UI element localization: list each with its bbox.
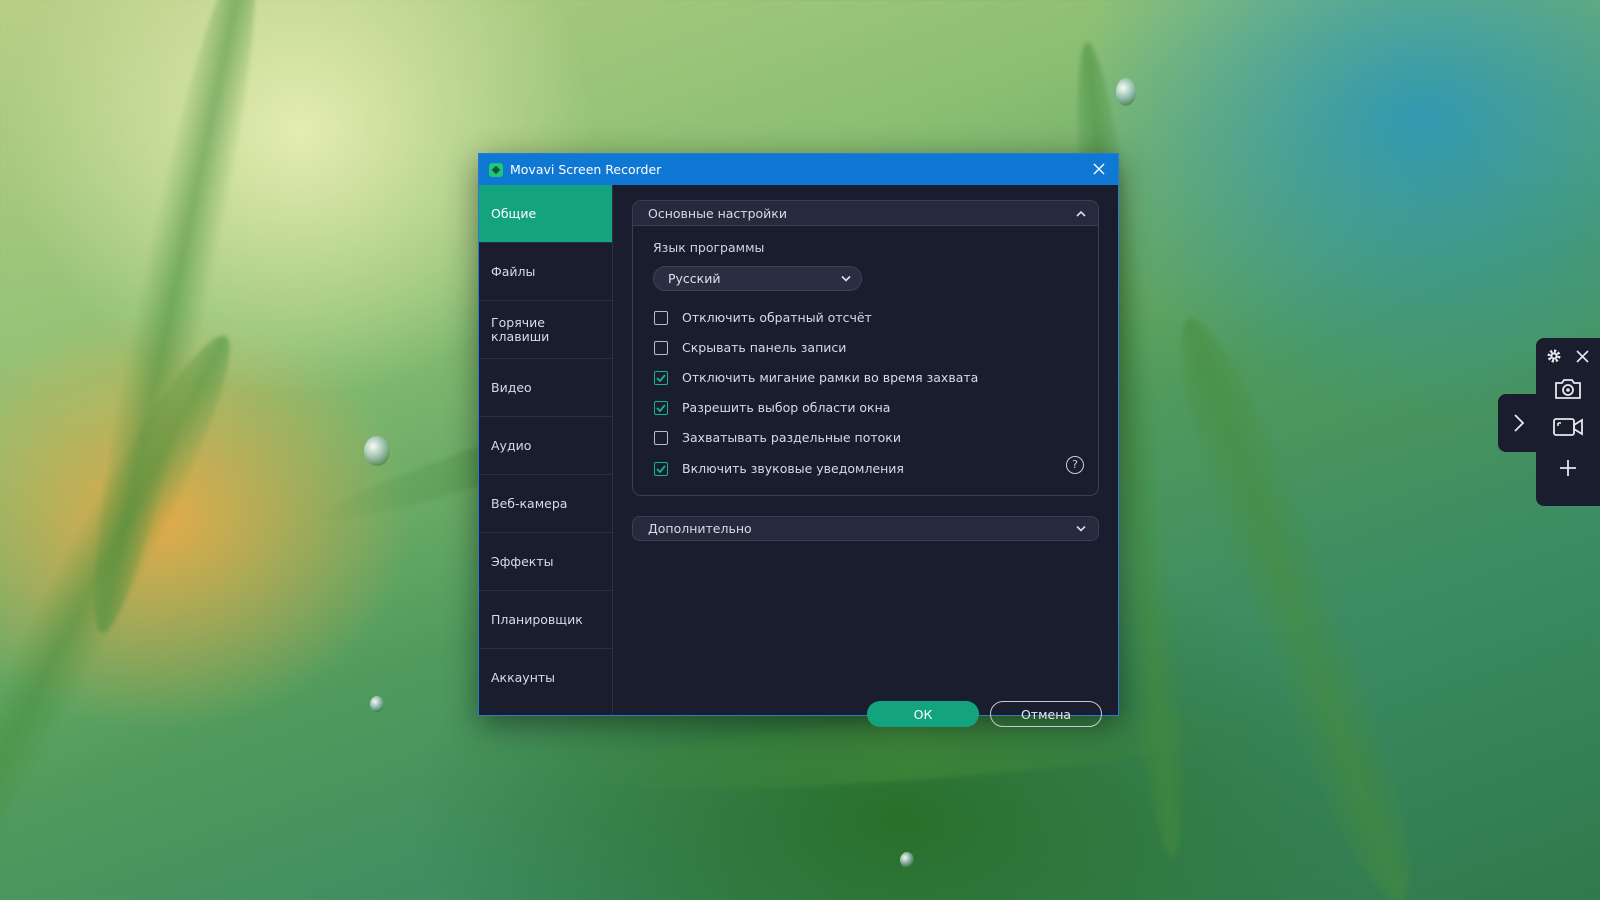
expand-panel-button[interactable] (1498, 394, 1540, 452)
sidebar-item-scheduler[interactable]: Планировщик (479, 591, 612, 649)
language-label: Язык программы (653, 240, 765, 255)
sidebar-item-audio[interactable]: Аудио (479, 417, 612, 475)
option-disable-countdown[interactable]: Отключить обратный отсчёт (654, 310, 872, 325)
option-sound-notifications[interactable]: Включить звуковые уведомления (654, 461, 904, 476)
dew-drop (1116, 78, 1136, 106)
section-title: Основные настройки (648, 205, 787, 221)
window-title: Movavi Screen Recorder (510, 162, 662, 177)
section-title: Дополнительно (648, 521, 752, 536)
record-video-button[interactable] (1550, 412, 1586, 442)
cancel-button[interactable]: Отмена (990, 701, 1102, 727)
checkbox-checked[interactable] (654, 461, 668, 476)
sidebar-item-label: Эффекты (491, 553, 554, 569)
option-hide-record-panel[interactable]: Скрывать панель записи (654, 340, 846, 355)
sidebar-item-label: Аудио (491, 437, 532, 453)
checkbox-checked[interactable] (654, 370, 668, 385)
sidebar: Общие Файлы Горячие клавиши Видео Аудио … (479, 185, 613, 715)
advanced-section: Дополнительно (632, 516, 1099, 541)
camera-icon (1555, 379, 1581, 399)
panel-settings-button[interactable] (1544, 346, 1564, 366)
dew-drop (900, 852, 914, 868)
option-label: Отключить мигание рамки во время захвата (682, 370, 979, 385)
sidebar-item-label: Файлы (491, 263, 536, 279)
sidebar-item-label: Планировщик (491, 611, 583, 627)
close-icon (1575, 349, 1589, 363)
close-window-button[interactable] (1090, 160, 1108, 178)
option-label: Разрешить выбор области окна (682, 400, 891, 415)
sidebar-item-label: Аккаунты (491, 670, 556, 685)
grass-blade (1146, 303, 1444, 900)
option-label: Отключить обратный отсчёт (682, 310, 872, 325)
panel-close-button[interactable] (1572, 346, 1592, 366)
checkmark-icon (656, 464, 666, 473)
sidebar-item-effects[interactable]: Эффекты (479, 533, 612, 591)
main-settings-header[interactable]: Основные настройки (633, 201, 1098, 226)
checkmark-icon (656, 373, 666, 382)
sidebar-item-label: Веб-камера (491, 495, 568, 511)
main-settings-section: Основные настройки Язык программы Русски… (632, 200, 1099, 496)
settings-window: Movavi Screen Recorder Общие Файлы Горяч… (478, 153, 1119, 727)
option-label: Скрывать панель записи (682, 340, 847, 355)
language-value: Русский (668, 271, 721, 286)
chevron-down-icon (1076, 525, 1086, 532)
sidebar-item-webcam[interactable]: Веб-камера (479, 475, 612, 533)
add-button[interactable] (1554, 454, 1582, 482)
recorder-panel (1536, 338, 1600, 506)
chevron-up-icon (1076, 210, 1086, 217)
dew-drop (364, 436, 390, 466)
advanced-header[interactable]: Дополнительно (632, 516, 1099, 541)
checkmark-icon (656, 403, 666, 412)
option-label: Захватывать раздельные потоки (682, 430, 901, 445)
option-capture-separate-streams[interactable]: Захватывать раздельные потоки (654, 430, 901, 445)
checkbox-unchecked[interactable] (654, 310, 668, 325)
sidebar-item-accounts[interactable]: Аккаунты (479, 649, 612, 707)
sidebar-item-label: Видео (491, 379, 532, 395)
help-icon[interactable]: ? (1066, 456, 1084, 474)
close-icon (1093, 163, 1105, 175)
checkbox-unchecked[interactable] (654, 430, 668, 445)
dew-drop (370, 696, 384, 712)
app-logo-icon (489, 162, 503, 177)
ok-button[interactable]: ОК (867, 701, 979, 727)
video-capture-icon (1553, 418, 1583, 436)
chevron-right-icon (1514, 414, 1525, 432)
sidebar-item-label: Горячие клавиши (491, 314, 550, 344)
chevron-down-icon (841, 275, 851, 282)
gear-icon (1547, 349, 1561, 363)
settings-content: Основные настройки Язык программы Русски… (613, 185, 1118, 727)
option-allow-window-area[interactable]: Разрешить выбор области окна (654, 400, 890, 415)
sidebar-item-hotkeys[interactable]: Горячие клавиши (479, 301, 612, 359)
sidebar-item-label: Общие (491, 205, 537, 221)
title-bar[interactable]: Movavi Screen Recorder (479, 154, 1118, 185)
checkbox-unchecked[interactable] (654, 340, 668, 355)
sidebar-item-video[interactable]: Видео (479, 359, 612, 417)
screenshot-button[interactable] (1550, 374, 1586, 404)
plus-icon (1560, 460, 1576, 476)
sidebar-item-general[interactable]: Общие (479, 185, 612, 243)
language-select[interactable]: Русский (653, 266, 862, 291)
checkbox-checked[interactable] (654, 400, 668, 415)
option-disable-frame-blinking[interactable]: Отключить мигание рамки во время захвата (654, 370, 978, 385)
option-label: Включить звуковые уведомления (682, 461, 904, 476)
sidebar-item-files[interactable]: Файлы (479, 243, 612, 301)
